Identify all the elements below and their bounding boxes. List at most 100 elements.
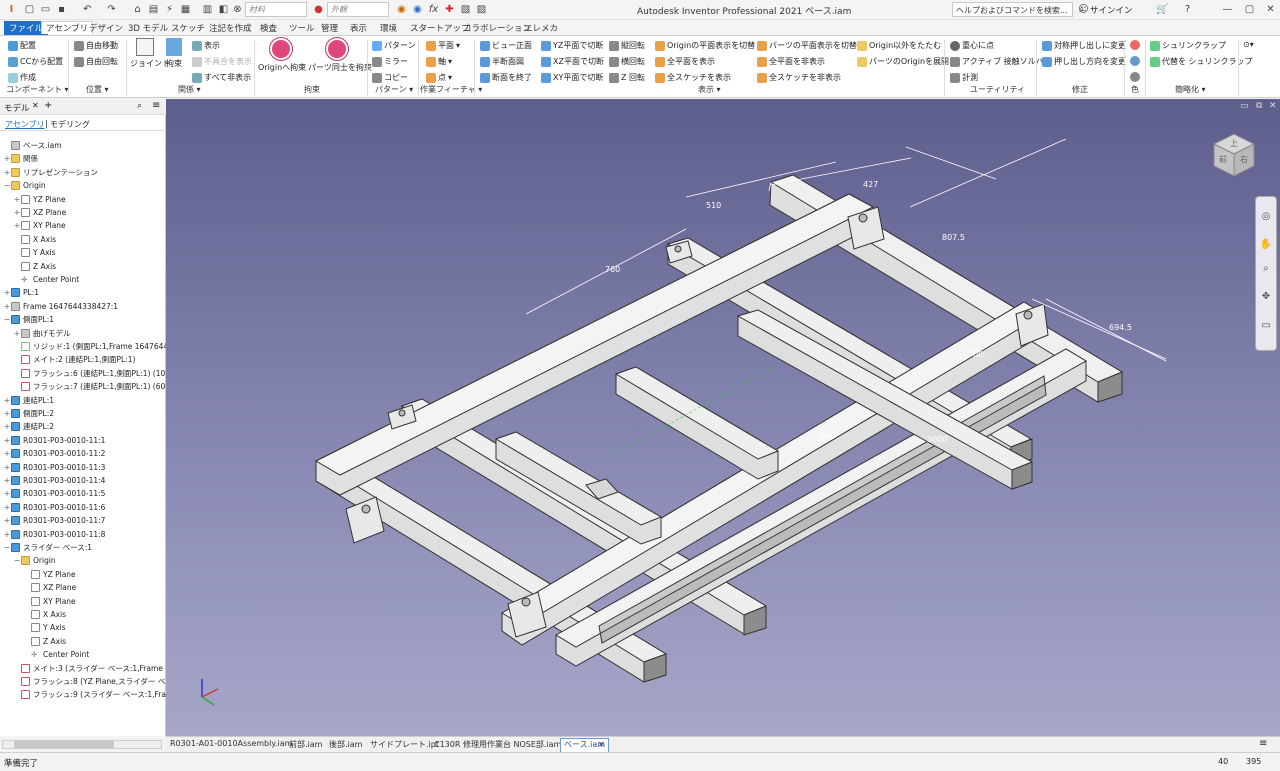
expand-icon[interactable]: +	[13, 329, 21, 338]
shrinkwrap-button[interactable]: シュリンクラップ	[1150, 40, 1226, 51]
minimize-icon[interactable]: —	[1220, 2, 1235, 17]
constrain-button[interactable]: 拘束	[163, 38, 185, 69]
parts-constrain-button[interactable]: パーツ同士を拘束	[308, 38, 372, 73]
all-sketch-hide-button[interactable]: 全スケッチを非表示	[757, 72, 841, 83]
menu-icon[interactable]: ≡	[152, 100, 160, 111]
xy-cut-button[interactable]: XY平面で切断	[541, 72, 603, 83]
view-panel-label[interactable]: 表示 ▾	[698, 84, 721, 95]
tab-design[interactable]: デザイン	[85, 22, 127, 35]
origin-plane-toggle-button[interactable]: Originの平面表示を切替	[655, 40, 755, 51]
tree-item[interactable]: リジッド:1 (側面PL:1,Frame 164764433	[13, 340, 178, 353]
expand-icon[interactable]: +	[3, 409, 11, 418]
expand-icon[interactable]: +	[3, 154, 11, 163]
tab-manage[interactable]: 管理	[317, 22, 342, 35]
tree-item[interactable]: X Axis	[13, 233, 56, 246]
tab-tools[interactable]: ツール	[285, 22, 319, 35]
tree-item[interactable]: + R0301-P03-0010-11:7	[3, 514, 105, 527]
tree-item[interactable]: + R0301-P03-0010-11:2	[3, 447, 105, 460]
tree-item[interactable]: + XZ Plane	[13, 206, 66, 219]
viewcube[interactable]: 上 前 右	[1210, 130, 1258, 178]
close-icon[interactable]: ✕	[32, 101, 39, 110]
tree-item[interactable]: + XY Plane	[13, 219, 66, 232]
view-front-button[interactable]: ビュー正面	[480, 40, 532, 51]
tree-item[interactable]: Z Axis	[23, 635, 66, 648]
expand-icon[interactable]: +	[3, 503, 11, 512]
tree-item[interactable]: + 側面PL:2	[3, 407, 54, 420]
doc-tab[interactable]: サイドプレート.ipt	[370, 739, 439, 750]
cancel-icon[interactable]: ⊗	[230, 2, 245, 17]
help-icon[interactable]: ?	[1180, 2, 1195, 17]
expand-icon[interactable]: +	[3, 436, 11, 445]
pattern-panel-label[interactable]: パターン ▾	[375, 84, 413, 95]
save-icon[interactable]: ▪	[54, 2, 69, 17]
tree-item[interactable]: + R0301-P03-0010-11:1	[3, 434, 105, 447]
vertical-rotate-button[interactable]: 縦回転	[609, 40, 645, 51]
close-tab-icon[interactable]: ✕	[598, 740, 605, 749]
tree-item[interactable]: X Axis	[23, 608, 66, 621]
color-button-3[interactable]	[1130, 72, 1140, 82]
tree-item[interactable]: − Origin	[3, 179, 46, 192]
mirror-button[interactable]: ミラー	[372, 56, 408, 67]
material-combo[interactable]: 材料	[245, 2, 307, 17]
expand-icon[interactable]: +	[3, 168, 11, 177]
select-icon[interactable]: ▤	[146, 2, 161, 17]
tree-item[interactable]: Y Axis	[13, 246, 56, 259]
expand-icon[interactable]: +	[3, 489, 11, 498]
adjust-icon[interactable]: ◉	[410, 2, 425, 17]
simplify-panel-label[interactable]: 簡略化 ▾	[1175, 84, 1206, 95]
collapse-icon[interactable]: −	[13, 556, 21, 565]
horizontal-rotate-button[interactable]: 横回転	[609, 56, 645, 67]
tab-inspect[interactable]: 検査	[256, 22, 281, 35]
sym-extrude-button[interactable]: 対称押し出しに変更	[1042, 40, 1126, 51]
cart-icon[interactable]: 🛒	[1155, 2, 1170, 17]
appearance-icon[interactable]: ●	[311, 2, 326, 17]
custom-icon[interactable]: ▨	[474, 2, 489, 17]
component-panel-label[interactable]: コンポーネント ▾	[6, 84, 69, 95]
active-tangent-solver-button[interactable]: アクティブ 接触ソルバ	[950, 56, 1044, 67]
center-gravity-button[interactable]: 重心に点	[950, 40, 994, 51]
tree-item[interactable]: + R0301-P03-0010-11:4	[3, 474, 105, 487]
tree-item[interactable]: + 曲げモデル	[13, 327, 71, 340]
redo-icon[interactable]: ↷	[104, 2, 119, 17]
expand-icon[interactable]: +	[3, 449, 11, 458]
tab-environment[interactable]: 環境	[376, 22, 401, 35]
extrude-direction-button[interactable]: 押し出し方向を変更	[1042, 56, 1126, 67]
tree-item[interactable]: + YZ Plane	[13, 193, 66, 206]
new-icon[interactable]: ▢	[22, 2, 37, 17]
tree-item[interactable]: YZ Plane	[23, 568, 76, 581]
model-view[interactable]: 427 510 807.5 760 694.5 3000 700 600	[166, 99, 1280, 736]
tree-item[interactable]: + R0301-P03-0010-11:8	[3, 528, 105, 541]
tab-view[interactable]: 表示	[346, 22, 371, 35]
collapse-icon[interactable]: −	[3, 315, 11, 324]
plane-button[interactable]: 平面 ▾	[426, 40, 460, 51]
tree-item[interactable]: メイト:2 (連結PL:1,側面PL:1)	[13, 353, 135, 366]
work-features-panel-label[interactable]: 作業フィーチャ ▾	[420, 84, 482, 95]
color-button-2[interactable]	[1130, 56, 1140, 66]
close-viewport-icon[interactable]: ✕	[1269, 101, 1277, 111]
graphics-window[interactable]: 427 510 807.5 760 694.5 3000 700 600 ▭ ⧉…	[166, 99, 1280, 736]
search-icon[interactable]: ⌕	[137, 101, 142, 111]
app-logo-icon[interactable]: I	[4, 2, 19, 17]
expand-icon[interactable]: +	[3, 463, 11, 472]
part-plane-toggle-button[interactable]: パーツの平面表示を切替	[757, 40, 857, 51]
fold-non-origin-button[interactable]: Origin以外をたたむ	[857, 40, 941, 51]
user-icon[interactable]: ☺	[1076, 2, 1091, 17]
tab-assembly-browser[interactable]: アセンブリ	[5, 119, 45, 130]
expand-icon[interactable]: +	[3, 516, 11, 525]
tree-item[interactable]: + R0301-P03-0010-11:6	[3, 501, 105, 514]
pattern-button[interactable]: パターン	[372, 40, 416, 51]
color-button-1[interactable]	[1130, 40, 1140, 50]
tab-elemeca[interactable]: エレメカ	[520, 22, 562, 35]
tree-item[interactable]: ベース.iam	[3, 139, 62, 152]
plus-icon[interactable]: ✚	[442, 2, 457, 17]
measure-button[interactable]: 計測	[950, 72, 978, 83]
tree-item[interactable]: Z Axis	[13, 260, 56, 273]
tree-item[interactable]: + リプレゼンテーション	[3, 166, 98, 179]
tree-item[interactable]: + Frame 1647644338427:1	[3, 300, 118, 313]
expand-part-origin-button[interactable]: パーツのOriginを展開	[857, 56, 949, 67]
tree-item[interactable]: + R0301-P03-0010-11:3	[3, 461, 105, 474]
tree-item[interactable]: フラッシュ:9 (スライダー ベース:1,Frame 1	[13, 688, 185, 701]
expand-icon[interactable]: +	[13, 221, 21, 230]
tree-item[interactable]: + 関係	[3, 152, 38, 165]
point-button[interactable]: 点 ▾	[426, 72, 452, 83]
